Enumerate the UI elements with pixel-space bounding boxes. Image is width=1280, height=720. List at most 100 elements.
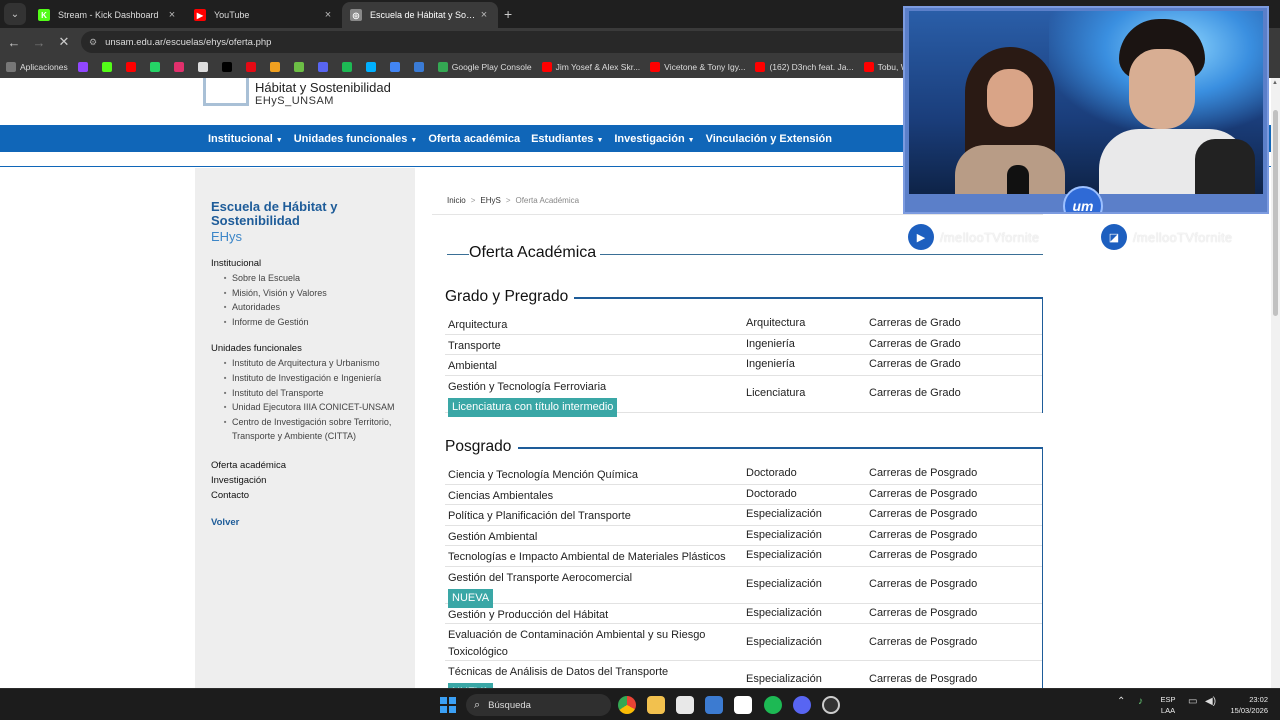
program-name-link[interactable]: Política y Planificación del Transporte <box>448 508 738 525</box>
chrome-taskbar-icon[interactable] <box>618 696 636 714</box>
program-name-link[interactable]: Técnicas de Análisis de Datos del Transp… <box>448 664 738 681</box>
network-icon[interactable]: ▭ <box>1188 696 1197 707</box>
nav-item[interactable]: Vinculación y Extensión <box>706 133 832 145</box>
sidebar-item[interactable]: Sobre la Escuela <box>211 271 415 286</box>
program-name-link[interactable]: Tecnologías e Impacto Ambiental de Mater… <box>448 549 738 566</box>
sidebar-item[interactable]: Informe de Gestión <box>211 315 415 330</box>
program-name-link[interactable]: Evaluación de Contaminación Ambiental y … <box>448 627 738 661</box>
bookmark-item[interactable] <box>125 62 140 72</box>
show-hidden-icons-icon[interactable]: ⌃ <box>1117 696 1125 707</box>
tab-close-icon[interactable]: × <box>166 9 178 21</box>
program-name-link[interactable]: Ciencia y Tecnología Mención Química <box>448 467 738 484</box>
bookmark-item[interactable] <box>149 62 164 72</box>
clock[interactable]: 23:02 15/03/2026 <box>1224 694 1268 716</box>
bookmark-item[interactable]: (162) D3nch feat. Ja... <box>755 62 854 72</box>
site-info-icon[interactable]: ⚙ <box>89 37 97 48</box>
start-button[interactable] <box>440 697 456 713</box>
program-name-link[interactable]: Gestión y Tecnología Ferroviaria <box>448 379 738 396</box>
nav-item[interactable]: Oferta académica <box>428 133 520 145</box>
sidebar-link[interactable]: Oferta académica <box>211 458 415 473</box>
bookmark-item[interactable] <box>293 62 308 72</box>
bookmark-item[interactable] <box>413 62 428 72</box>
bookmark-item[interactable]: Google Play Console <box>437 62 532 72</box>
nav-item[interactable]: Investigación ▼ <box>614 133 694 145</box>
nav-item[interactable]: Institucional ▼ <box>208 133 283 145</box>
store-taskbar-icon[interactable] <box>676 696 694 714</box>
scrollbar-thumb[interactable] <box>1273 110 1278 316</box>
bookmark-item[interactable] <box>341 62 356 72</box>
table-row[interactable]: Gestión y Tecnología Ferroviaria Licencia… <box>445 376 1042 417</box>
sidebar-item[interactable]: Instituto de Investigación e Ingeniería <box>211 371 415 386</box>
sidebar-heading-unidades[interactable]: Unidades funcionales <box>211 343 415 354</box>
site-logo[interactable]: Hábitat y Sostenibilidad EHyS_UNSAM <box>203 78 391 107</box>
spotify-taskbar-icon[interactable] <box>764 696 782 714</box>
program-name-link[interactable]: Ciencias Ambientales <box>448 488 738 505</box>
sidebar-item[interactable]: Centro de Investigación sobre Territorio… <box>211 415 415 444</box>
table-row[interactable]: Gestión del Transporte Aerocomercial NUEV… <box>445 567 1042 608</box>
file-explorer-taskbar-icon[interactable] <box>647 696 665 714</box>
program-name-link[interactable]: Transporte <box>448 338 738 355</box>
table-row[interactable]: Política y Planificación del Transporte E… <box>445 505 1042 526</box>
bookmark-item[interactable] <box>173 62 188 72</box>
table-row[interactable]: Tecnologías e Impacto Ambiental de Mater… <box>445 546 1042 567</box>
sidebar-item[interactable]: Autoridades <box>211 300 415 315</box>
table-row[interactable]: Ciencias Ambientales Doctorado Carreras de… <box>445 485 1042 505</box>
browser-tab[interactable]: K Stream - Kick Dashboard × <box>30 2 186 28</box>
bookmark-item[interactable] <box>389 62 404 72</box>
table-row[interactable]: Evaluación de Contaminación Ambiental y … <box>445 624 1042 661</box>
bookmark-item[interactable]: Vicetone & Tony Igy... <box>650 62 745 72</box>
tab-close-icon[interactable]: × <box>478 9 490 21</box>
volver-link[interactable]: Volver <box>211 517 415 528</box>
bookmark-item[interactable]: Aplicaciones <box>6 62 68 72</box>
breadcrumb-link[interactable]: EHyS <box>480 196 500 205</box>
table-row[interactable]: Técnicas de Análisis de Datos del Transp… <box>445 661 1042 688</box>
url-bar[interactable]: ⚙ unsam.edu.ar/escuelas/ehys/oferta.php <box>81 31 911 53</box>
browser-tab[interactable]: ▶ YouTube × <box>186 2 342 28</box>
bookmark-item[interactable] <box>77 62 92 72</box>
table-row[interactable]: Gestión Ambiental Especialización Carreras… <box>445 526 1042 546</box>
language-indicator[interactable]: ESP LAA <box>1158 694 1178 716</box>
table-row[interactable]: Ciencia y Tecnología Mención Química Doct… <box>445 464 1042 485</box>
sidebar-item[interactable]: Unidad Ejecutora IIIA CONICET-UNSAM <box>211 400 415 415</box>
sidebar-item[interactable]: Misión, Visión y Valores <box>211 286 415 301</box>
program-name-link[interactable]: Ambiental <box>448 358 738 375</box>
sidebar-link[interactable]: Contacto <box>211 488 415 503</box>
program-name-link[interactable]: Gestión Ambiental <box>448 529 738 546</box>
sidebar-item[interactable]: Instituto del Transporte <box>211 386 415 401</box>
sidebar-item[interactable]: Instituto de Arquitectura y Urbanismo <box>211 356 415 371</box>
table-row[interactable]: Ambiental Ingeniería Carreras de Grado <box>445 355 1042 376</box>
calculator-taskbar-icon[interactable] <box>705 696 723 714</box>
bookmark-item[interactable] <box>365 62 380 72</box>
sidebar-link[interactable]: Investigación <box>211 473 415 488</box>
browser-tab[interactable]: ◎ Escuela de Hábitat y Sostenibili...× <box>342 2 498 28</box>
program-name-link[interactable]: Arquitectura <box>448 317 738 334</box>
nav-item[interactable]: Estudiantes ▼ <box>531 133 603 145</box>
stop-loading-button[interactable]: ✕ <box>53 34 75 50</box>
scroll-up-icon[interactable]: ▲ <box>1272 80 1278 86</box>
nav-item[interactable]: Unidades funcionales ▼ <box>294 133 418 145</box>
back-button[interactable]: ← <box>3 35 25 50</box>
bookmark-item[interactable]: Jim Yosef & Alex Skr... <box>541 62 640 72</box>
tab-close-icon[interactable]: × <box>322 9 334 21</box>
table-row[interactable]: Gestión y Producción del Hábitat Especial… <box>445 604 1042 624</box>
page-scrollbar[interactable]: ▲ <box>1271 78 1280 688</box>
table-row[interactable]: Transporte Ingeniería Carreras de Grado <box>445 335 1042 355</box>
capcut-taskbar-icon[interactable] <box>734 696 752 714</box>
tab-search-button[interactable]: ⌄ <box>4 3 26 25</box>
volume-icon[interactable]: ◀) <box>1205 696 1216 707</box>
program-name-link[interactable]: Gestión y Producción del Hábitat <box>448 607 738 624</box>
bookmark-item[interactable] <box>269 62 284 72</box>
obs-taskbar-icon[interactable] <box>822 696 840 714</box>
discord-taskbar-icon[interactable] <box>793 696 811 714</box>
bookmark-item[interactable] <box>245 62 260 72</box>
forward-button[interactable]: → <box>28 35 50 50</box>
bookmark-item[interactable] <box>317 62 332 72</box>
program-name-link[interactable]: Gestión del Transporte Aerocomercial <box>448 570 738 587</box>
microphone-tray-icon[interactable]: ♪ <box>1138 696 1143 707</box>
new-tab-button[interactable]: + <box>504 6 512 22</box>
bookmark-item[interactable] <box>101 62 116 72</box>
sidebar-heading-institucional[interactable]: Institucional <box>211 258 415 269</box>
breadcrumb-link[interactable]: Inicio <box>447 196 466 205</box>
bookmark-item[interactable] <box>197 62 212 72</box>
bookmark-item[interactable] <box>221 62 236 72</box>
